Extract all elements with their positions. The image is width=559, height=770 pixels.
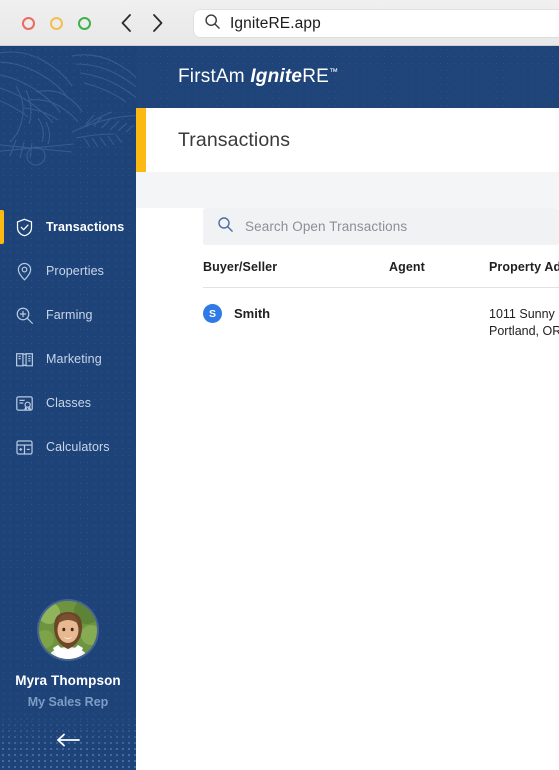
accent-bar [136,108,146,172]
sales-rep-profile[interactable]: Myra Thompson My Sales Rep [0,601,136,709]
browser-toolbar: IgniteRE.app [0,0,559,46]
sidebar-item-label: Transactions [46,220,125,234]
profile-name: Myra Thompson [15,673,121,688]
search-placeholder: Search Open Transactions [245,219,408,234]
sidebar-item-label: Calculators [46,440,110,454]
sidebar-item-label: Marketing [46,352,102,366]
brand-trademark: ™ [328,66,339,77]
address-bar[interactable]: IgniteRE.app [194,10,559,37]
url-text: IgniteRE.app [230,14,321,32]
page-title: Transactions [178,128,291,151]
open-book-icon [14,349,35,370]
cell-property-address: 1011 Sunny Lane Portland, OR [489,288,559,341]
maximize-window-button[interactable] [78,17,91,30]
window-traffic-lights [22,17,91,30]
address-line-2: Portland, OR [489,324,559,338]
arrow-left-icon [57,733,80,747]
sidebar-item-classes[interactable]: Classes [0,381,136,425]
sidebar-item-properties[interactable]: Properties [0,249,136,293]
table-header-row: Buyer/Seller Agent Property Address [203,260,559,288]
browser-navigation [118,11,166,35]
brand-logo[interactable]: FirstAm IgniteRE™ [178,66,338,88]
sidebar-item-farming[interactable]: Farming [0,293,136,337]
sidebar-item-label: Properties [46,264,104,278]
brand-prefix: FirstAm [178,66,251,87]
search-icon [217,216,234,238]
transactions-card: Search Open Transactions Buyer/Seller Ag… [136,208,559,770]
main-content: Search Open Transactions Buyer/Seller Ag… [136,172,559,770]
map-pin-icon [14,261,35,282]
cell-buyer-seller: S Smith [203,288,389,323]
magnifier-plus-icon [14,305,35,326]
sidebar-item-transactions[interactable]: Transactions [0,205,136,249]
table-header: Buyer/Seller Agent Property Address [203,260,559,288]
table-body: S Smith 1011 Sunny Lane Portland, OR [203,288,559,341]
eagle-watermark [0,51,136,166]
column-header-property-address[interactable]: Property Address [489,260,559,288]
party-badge: S [203,304,222,323]
sidebar-item-label: Farming [46,308,93,322]
calculator-icon [14,437,35,458]
brand-ignite: Ignite [250,66,303,87]
back-button[interactable] [118,11,134,35]
column-header-buyer-seller[interactable]: Buyer/Seller [203,260,389,288]
table-row[interactable]: S Smith 1011 Sunny Lane Portland, OR [203,288,559,341]
sidebar-item-calculators[interactable]: Calculators [0,425,136,469]
sidebar-item-label: Classes [46,396,92,410]
search-input[interactable]: Search Open Transactions [203,208,559,245]
column-header-agent[interactable]: Agent [389,260,489,288]
cell-agent [389,288,489,341]
sidebar-nav: Transactions Properties Farming Marketin… [0,205,136,469]
collapse-sidebar-button[interactable] [0,710,136,770]
party-name: Smith [234,306,271,321]
search-icon [204,13,221,35]
close-window-button[interactable] [22,17,35,30]
minimize-window-button[interactable] [50,17,63,30]
sidebar-item-marketing[interactable]: Marketing [0,337,136,381]
forward-button[interactable] [150,11,166,35]
transactions-table: Buyer/Seller Agent Property Address S Sm… [203,260,559,340]
page-titlebar: Transactions [136,108,559,172]
brand-re: RE [302,66,329,87]
shield-check-icon [14,217,35,238]
certificate-icon [14,393,35,414]
profile-role: My Sales Rep [27,695,109,709]
sidebar: Transactions Properties Farming Marketin… [0,46,136,770]
address-line-1: 1011 Sunny Lane [489,307,559,321]
app-header: FirstAm IgniteRE™ [136,46,559,108]
avatar [39,601,97,659]
